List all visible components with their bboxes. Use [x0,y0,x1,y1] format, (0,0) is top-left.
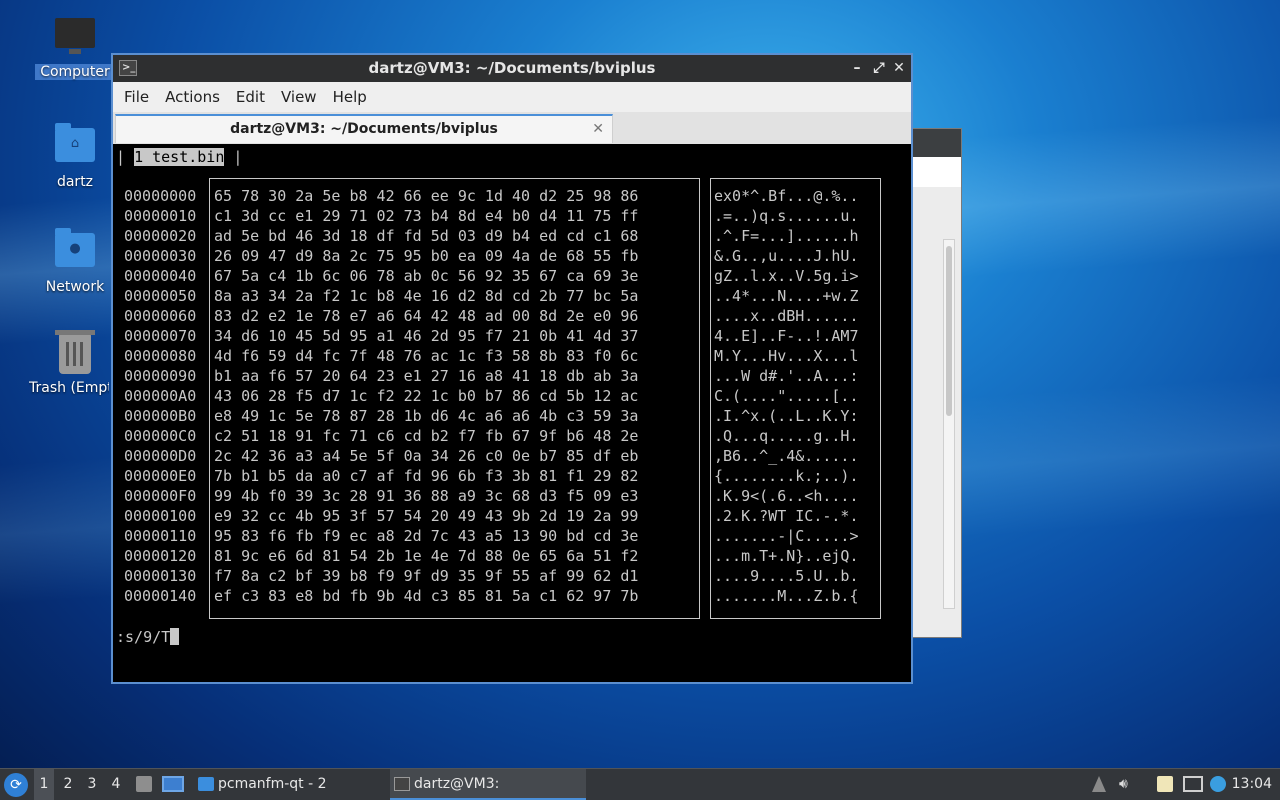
task-pcmanfm[interactable]: pcmanfm-qt - 2 windo… [194,769,386,800]
desktop-icon-label: Computer [35,64,115,80]
task-label: dartz@VM3: ~/Docum… [414,776,500,792]
tab-bar: dartz@VM3: ~/Documents/bviplus ✕ [113,112,911,144]
home-folder-icon: ⌂ [53,123,97,168]
workspace-3[interactable]: 3 [82,769,102,800]
address-column: 00000000 00000010 00000020 00000030 0000… [124,187,197,605]
volume-icon[interactable]: 🔊︎ [1119,776,1135,792]
menu-help[interactable]: Help [325,88,375,106]
desktop-icon-network[interactable]: ● Network [35,228,115,295]
network-icon[interactable] [1183,776,1203,792]
show-desktop-icon[interactable] [162,776,184,792]
status-file-name: 1 test.bin [134,148,225,166]
start-menu-icon[interactable]: ⟳ [4,773,28,797]
terminal-window[interactable]: >_ dartz@VM3: ~/Documents/bviplus – ⤢ ✕ … [111,53,913,684]
workspace-4[interactable]: 4 [106,769,126,800]
background-window-titlebar[interactable] [911,129,961,157]
terminal-icon: >_ [119,60,137,76]
terminal-screen[interactable]: | 1 test.bin | 00000000 00000010 0000002… [113,144,911,682]
hex-column[interactable]: 65 78 30 2a 5e b8 42 66 ee 9c 1d 40 d2 2… [214,186,638,606]
bvi-status-line: | 1 test.bin | [116,148,242,168]
menu-file[interactable]: File [116,88,157,106]
tab-label: dartz@VM3: ~/Documents/bviplus [230,121,498,137]
clipboard-icon[interactable] [1157,776,1173,792]
taskbar: ⟳ 1 2 3 4 pcmanfm-qt - 2 windo… dartz@VM… [0,768,1280,800]
status-left: | [116,148,135,166]
scrollbar-thumb[interactable] [946,246,952,416]
minimize-icon[interactable]: – [847,55,867,82]
workspace-1[interactable]: 1 [34,769,54,800]
task-terminal[interactable]: dartz@VM3: ~/Docum… [390,769,586,800]
status-right: | [224,148,243,166]
background-window[interactable] [910,128,962,638]
menu-view[interactable]: View [273,88,325,106]
command-line[interactable]: :s/9/T [116,628,180,646]
window-titlebar[interactable]: >_ dartz@VM3: ~/Documents/bviplus – ⤢ ✕ [113,55,911,82]
desktop-icon-label: Trash (Empty) [29,380,109,396]
scrollbar[interactable] [943,239,955,609]
terminal-tab[interactable]: dartz@VM3: ~/Documents/bviplus ✕ [115,114,613,143]
desktop-icon-computer[interactable]: Computer [35,18,115,80]
desktop-icon-label: Network [45,279,105,295]
network-folder-icon: ● [53,228,97,273]
terminal-icon [394,777,410,791]
folder-icon [198,777,214,791]
clock[interactable]: 13:04 [1232,769,1272,800]
desktop-icon-label: dartz [56,174,94,190]
trash-icon [53,330,97,374]
command-text: :s/9/T [116,628,171,646]
close-icon[interactable]: ✕ [889,55,909,82]
text-cursor [170,628,180,645]
desktop-icon-home[interactable]: ⌂ dartz [35,123,115,190]
desktop-icon-trash[interactable]: Trash (Empty) [29,330,115,396]
tray-arrow-icon[interactable] [1092,776,1106,792]
background-window-toolbar [911,157,961,187]
window-title: dartz@VM3: ~/Documents/bviplus [368,59,656,77]
menu-edit[interactable]: Edit [228,88,273,106]
ascii-column[interactable]: ex0*^.Bf...@.%.. .=..)q.s......u. .^.F=.… [714,186,859,606]
workspace-2[interactable]: 2 [58,769,78,800]
file-manager-launcher-icon[interactable] [136,776,152,792]
task-label: pcmanfm-qt - 2 windo… [218,776,327,792]
menu-actions[interactable]: Actions [157,88,228,106]
update-notifier-icon[interactable] [1210,776,1226,792]
maximize-icon[interactable]: ⤢ [869,55,889,82]
computer-icon [53,18,97,58]
menu-bar: File Actions Edit View Help [113,82,911,112]
close-tab-icon[interactable]: ✕ [592,116,604,142]
